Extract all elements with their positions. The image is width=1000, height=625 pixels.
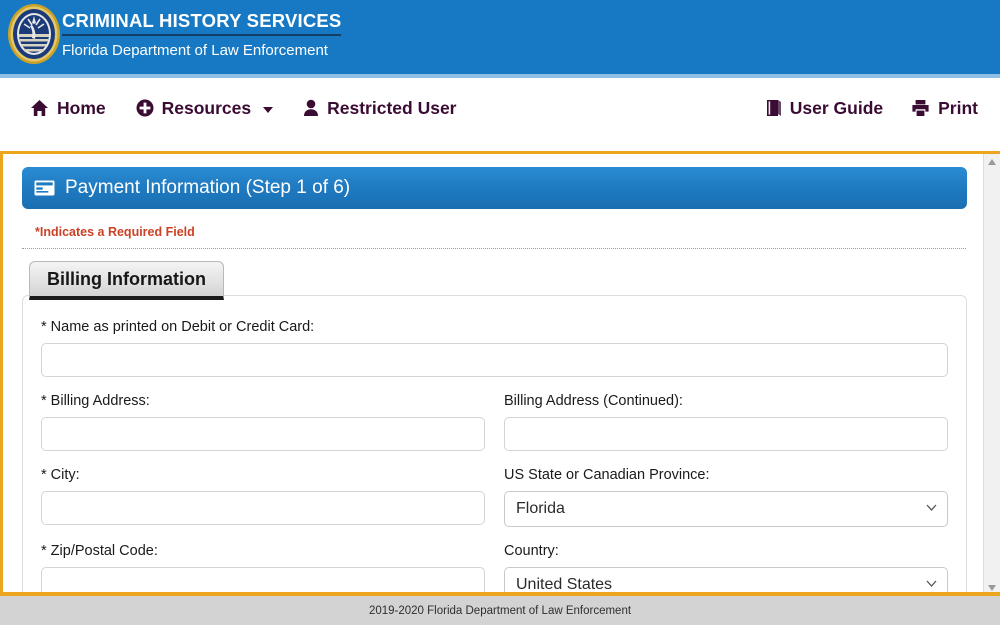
book-icon [766,99,782,117]
nav-item-restricted-user-label: Restricted User [327,98,457,118]
nav-item-restricted-user[interactable]: Restricted User [303,97,457,119]
nav-left-group: Home Resources Restricted User [30,97,457,119]
billing-information-panel: * Name as printed on Debit or Credit Car… [22,295,967,596]
field-country-label: Country: [504,543,559,559]
state-province-select-wrap: Florida [504,491,948,527]
credit-card-icon [34,180,55,196]
chevron-down-icon [263,106,274,113]
billing-address-continued-input[interactable] [504,417,948,451]
page-footer: 2019-2020 Florida Department of Law Enfo… [0,596,1000,625]
nav-item-resources-label: Resources [161,98,252,118]
form-row-city-state: * City: US State or Canadian Province: F… [41,466,948,527]
nav-item-user-guide-label: User Guide [789,98,884,118]
nav-item-user-guide[interactable]: User Guide [766,97,883,119]
field-country: Country: United States [504,542,948,596]
field-name-on-card-label: * Name as printed on Debit or Credit Car… [41,319,315,335]
application-window: CRIMINAL HISTORY SERVICES Florida Depart… [0,0,1000,625]
site-header: CRIMINAL HISTORY SERVICES Florida Depart… [0,0,1000,74]
header-text-block: CRIMINAL HISTORY SERVICES Florida Depart… [62,10,342,62]
field-city-label: * City: [41,467,80,483]
field-zip-postal-label: * Zip/Postal Code: [41,543,158,559]
footer-copyright: 2019-2020 Florida Department of Law Enfo… [368,604,632,617]
form-row-name: * Name as printed on Debit or Credit Car… [41,318,948,377]
field-billing-address-continued-label: Billing Address (Continued): [504,393,683,409]
site-title: CRIMINAL HISTORY SERVICES [62,10,342,36]
field-name-on-card: * Name as printed on Debit or Credit Car… [41,318,948,377]
tab-billing-information[interactable]: Billing Information [29,261,224,300]
required-field-note: *Indicates a Required Field [35,225,195,239]
field-billing-address-continued: Billing Address (Continued): [504,392,948,451]
state-province-select[interactable]: Florida [504,491,948,527]
user-icon [303,99,319,117]
circle-plus-icon [136,99,154,117]
scroll-up-arrow-icon[interactable] [984,154,1000,170]
page-body: Payment Information (Step 1 of 6) *Indic… [0,154,1000,596]
nav-right-group: User Guide Print [766,97,978,119]
field-billing-address: * Billing Address: [41,392,485,451]
field-state-province-label: US State or Canadian Province: [504,467,710,483]
nav-item-resources[interactable]: Resources [136,97,274,119]
field-billing-address-label: * Billing Address: [41,393,150,409]
name-on-card-input[interactable] [41,343,948,377]
tab-bar: Billing Information [22,261,984,300]
billing-address-input[interactable] [41,417,485,451]
nav-item-home[interactable]: Home [30,97,106,119]
printer-icon [911,99,930,117]
fdle-seal-icon [6,3,62,65]
city-input[interactable] [41,491,485,525]
field-zip-postal: * Zip/Postal Code: [41,542,485,596]
nav-item-print-label: Print [938,98,978,118]
nav-item-print[interactable]: Print [911,97,978,119]
section-divider [22,248,966,249]
scrollbar-thumb[interactable] [986,172,998,322]
nav-item-home-label: Home [57,98,106,118]
field-state-province: US State or Canadian Province: Florida [504,466,948,527]
field-city: * City: [41,466,485,527]
home-icon [30,99,49,117]
step-title: Payment Information (Step 1 of 6) [65,177,351,198]
vertical-scrollbar[interactable] [983,154,1000,596]
step-header-bar: Payment Information (Step 1 of 6) [22,167,967,209]
content-column: Payment Information (Step 1 of 6) *Indic… [22,154,984,596]
form-row-address: * Billing Address: Billing Address (Cont… [41,392,948,451]
site-subtitle: Florida Department of Law Enforcement [62,42,328,59]
main-navigation: Home Resources Restricted User User Guid… [0,78,1000,148]
form-row-zip-country: * Zip/Postal Code: Country: United State… [41,542,948,596]
